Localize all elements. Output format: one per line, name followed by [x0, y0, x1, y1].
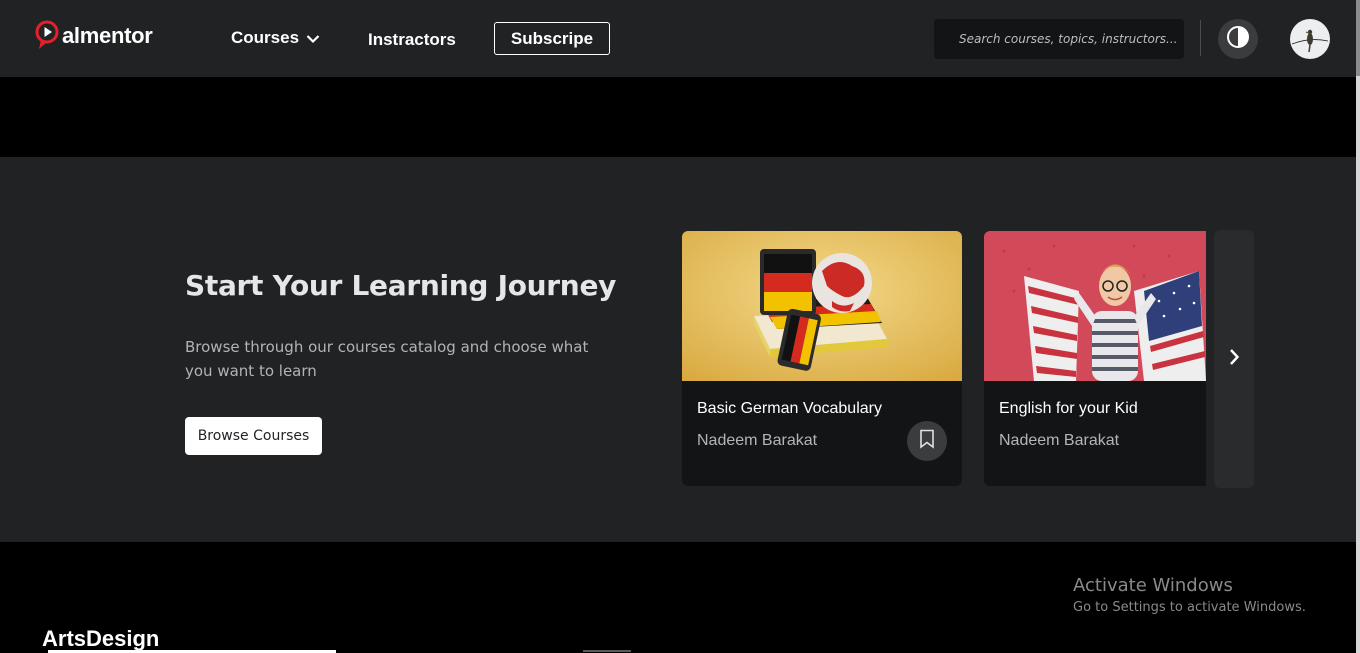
- instructors-link[interactable]: Instractors: [368, 30, 456, 50]
- learning-journey-section: Start Your Learning Journey Browse throu…: [0, 157, 1356, 542]
- courses-label: Courses: [231, 28, 300, 47]
- course-card-english-kid[interactable]: English for your Kid Nadeem Barakat: [984, 231, 1206, 486]
- logo-text: almentor: [62, 22, 153, 48]
- play-logo-icon: [35, 20, 59, 51]
- course-author: Nadeem Barakat: [697, 432, 818, 449]
- carousel-next-button[interactable]: [1214, 230, 1254, 488]
- german-flag-books-globe-image: [682, 231, 962, 381]
- course-author: Nadeem Barakat: [999, 432, 1120, 449]
- chevron-down-icon: [299, 29, 320, 48]
- course-title: English for your Kid: [999, 400, 1138, 417]
- bookmark-button[interactable]: [907, 421, 947, 461]
- footer-brand: ArtsDesign: [42, 626, 160, 651]
- top-navbar: almentor Courses Instractors Subscripe: [0, 0, 1356, 77]
- theme-toggle-button[interactable]: [1218, 19, 1258, 59]
- bookmark-icon: [919, 429, 935, 453]
- almentor-logo[interactable]: almentor: [35, 20, 153, 51]
- course-title: Basic German Vocabulary: [697, 400, 882, 417]
- header-divider: [1200, 20, 1201, 56]
- search-input[interactable]: [934, 19, 1184, 59]
- avatar[interactable]: [1290, 19, 1330, 59]
- scrollbar-thumb[interactable]: [1356, 0, 1360, 76]
- contrast-icon: [1226, 25, 1250, 53]
- course-card-german[interactable]: Basic German Vocabulary Nadeem Barakat: [682, 231, 962, 486]
- page-scrollbar[interactable]: [1356, 0, 1360, 653]
- section-description: Browse through our courses catalog and c…: [185, 338, 589, 380]
- activate-windows-title: Activate Windows: [1073, 575, 1233, 596]
- footer-divider: [583, 650, 631, 652]
- avatar-bird-icon: [1290, 29, 1330, 59]
- section-title: Start Your Learning Journey: [185, 269, 617, 302]
- activate-windows-subtitle: Go to Settings to activate Windows.: [1073, 600, 1306, 615]
- boy-with-us-flag-image: [984, 231, 1206, 381]
- subscribe-button[interactable]: Subscripe: [494, 22, 610, 55]
- chevron-right-icon: [1228, 348, 1240, 370]
- browse-courses-button[interactable]: Browse Courses: [185, 417, 322, 455]
- courses-dropdown[interactable]: Courses: [231, 28, 320, 48]
